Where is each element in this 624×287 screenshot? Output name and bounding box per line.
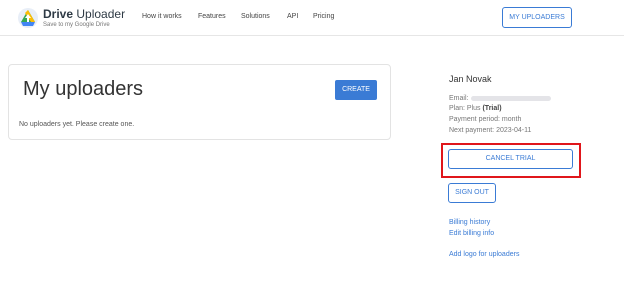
uploaders-card: My uploaders CREATE No uploaders yet. Pl… xyxy=(8,64,391,140)
nav-api[interactable]: API xyxy=(287,13,298,20)
brand-tagline: Save to my Google Drive xyxy=(43,22,110,28)
plan-status: (Trial) xyxy=(482,105,502,112)
nav-how-it-works[interactable]: How it works xyxy=(142,13,182,20)
page-title: My uploaders xyxy=(23,78,144,100)
drive-uploader-logo[interactable] xyxy=(17,7,39,29)
brand[interactable]: Drive Uploader Save to my Google Drive xyxy=(43,8,125,29)
billing-history-link[interactable]: Billing history xyxy=(449,219,490,226)
email-row: Email: xyxy=(449,95,552,102)
edit-billing-link[interactable]: Edit billing info xyxy=(449,230,494,237)
next-payment: Next payment: 2023-04-11 xyxy=(449,127,532,134)
add-logo-link[interactable]: Add logo for uploaders xyxy=(449,251,519,258)
plan-row: Plan: Plus (Trial) xyxy=(449,105,502,112)
email-label: Email: xyxy=(449,95,469,102)
empty-message: No uploaders yet. Please create one. xyxy=(19,121,135,128)
user-name: Jan Novak xyxy=(449,74,492,84)
cancel-trial-button[interactable]: CANCEL TRIAL xyxy=(448,149,573,169)
email-redacted xyxy=(471,95,552,101)
plan-label: Plan: Plus xyxy=(449,105,483,112)
nav-solutions[interactable]: Solutions xyxy=(241,13,270,20)
brand-name: Drive Uploader xyxy=(43,7,126,21)
create-button[interactable]: CREATE xyxy=(335,80,377,100)
nav-features[interactable]: Features xyxy=(198,13,226,20)
payment-period: Payment period: month xyxy=(449,116,522,123)
sign-out-button[interactable]: SIGN OUT xyxy=(448,183,496,203)
my-uploaders-button[interactable]: MY UPLOADERS xyxy=(502,7,572,28)
nav-pricing[interactable]: Pricing xyxy=(313,13,334,20)
top-header: Drive Uploader Save to my Google Drive H… xyxy=(0,0,624,36)
